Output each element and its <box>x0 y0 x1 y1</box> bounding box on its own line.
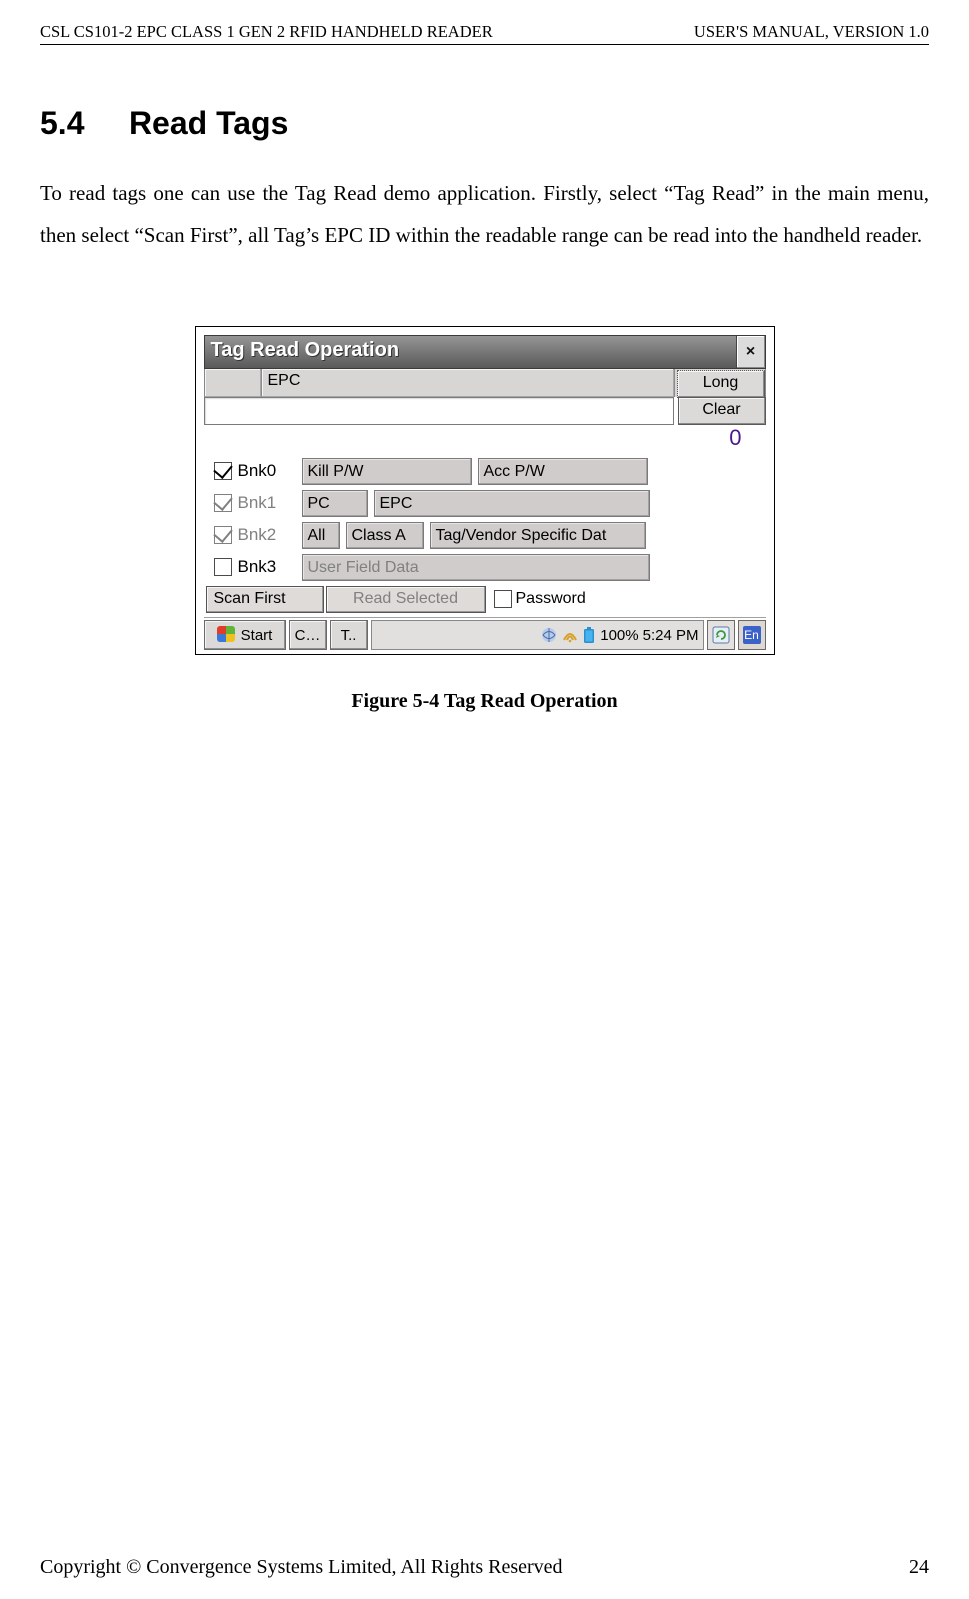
clock-text: 5:24 PM <box>643 627 699 644</box>
tag-input[interactable] <box>204 397 674 425</box>
bank2-checkbox <box>214 526 232 544</box>
figure-container: Tag Read Operation × EPC Long Clear 0 Bn… <box>40 326 929 655</box>
network-icon <box>540 626 558 644</box>
bank1-epc[interactable]: EPC <box>374 490 650 517</box>
section-heading: 5.4 Read Tags <box>40 105 929 142</box>
battery-icon <box>582 626 596 644</box>
bank0-label: Bnk0 <box>238 461 296 481</box>
screenshot-window: Tag Read Operation × EPC Long Clear 0 Bn… <box>195 326 775 655</box>
header-left: CSL CS101-2 EPC CLASS 1 GEN 2 RFID HANDH… <box>40 22 493 42</box>
bank3-label: Bnk3 <box>238 557 296 577</box>
scan-first-button[interactable]: Scan First <box>206 586 324 613</box>
taskbar: Start C… T.. 100% <box>204 617 766 650</box>
taskbar-app-2[interactable]: T.. <box>330 620 368 650</box>
bank0-checkbox[interactable] <box>214 462 232 480</box>
section-number: 5.4 <box>40 105 84 141</box>
count-value: 0 <box>729 425 741 451</box>
header-right: USER'S MANUAL, VERSION 1.0 <box>694 22 929 42</box>
bank2-class[interactable]: Class A <box>346 522 424 549</box>
figure-caption: Figure 5-4 Tag Read Operation <box>40 690 929 713</box>
bank1-label: Bnk1 <box>238 493 296 513</box>
bank3-row: Bnk3 User Field Data <box>204 551 766 583</box>
window-title: Tag Read Operation <box>205 336 736 368</box>
grid-header-index <box>205 369 262 397</box>
bank2-all[interactable]: All <box>302 522 340 549</box>
password-label: Password <box>516 590 586 608</box>
page-footer: Copyright © Convergence Systems Limited,… <box>40 1556 929 1579</box>
bank0-row: Bnk0 Kill P/W Acc P/W <box>204 455 766 487</box>
bank0-acc-pw[interactable]: Acc P/W <box>478 458 648 485</box>
close-button[interactable]: × <box>736 336 765 368</box>
close-icon: × <box>746 343 755 361</box>
start-button[interactable]: Start <box>204 620 286 650</box>
count-row: 0 <box>204 425 766 455</box>
desktop-icon <box>712 626 730 644</box>
desktop-button[interactable] <box>707 620 735 650</box>
bank2-row: Bnk2 All Class A Tag/Vendor Specific Dat <box>204 519 766 551</box>
action-button-row: Scan First Read Selected Password <box>204 583 766 615</box>
footer-copyright: Copyright © Convergence Systems Limited,… <box>40 1556 563 1579</box>
password-checkbox[interactable] <box>494 590 512 608</box>
system-tray: 100% 5:24 PM <box>371 620 704 650</box>
wifi-icon <box>562 626 578 644</box>
bank0-kill-pw[interactable]: Kill P/W <box>302 458 472 485</box>
grid-header-epc[interactable]: EPC <box>262 369 675 397</box>
read-selected-button: Read Selected <box>326 586 486 613</box>
bank1-checkbox <box>214 494 232 512</box>
password-option: Password <box>494 590 586 608</box>
start-label: Start <box>241 627 273 644</box>
bank3-user-data: User Field Data <box>302 554 650 581</box>
bank1-row: Bnk1 PC EPC <box>204 487 766 519</box>
clear-button[interactable]: Clear <box>678 397 766 425</box>
page-header: CSL CS101-2 EPC CLASS 1 GEN 2 RFID HANDH… <box>40 22 929 45</box>
body-paragraph: To read tags one can use the Tag Read de… <box>40 172 929 256</box>
ime-button[interactable]: En <box>738 620 766 650</box>
bank1-pc[interactable]: PC <box>302 490 368 517</box>
footer-page-number: 24 <box>909 1556 929 1579</box>
grid-header: EPC Long <box>204 369 766 397</box>
bank3-checkbox[interactable] <box>214 558 232 576</box>
window-titlebar: Tag Read Operation × <box>204 335 766 369</box>
taskbar-app-1[interactable]: C… <box>289 620 327 650</box>
bank2-label: Bnk2 <box>238 525 296 545</box>
tag-input-row: Clear <box>204 397 766 425</box>
windows-logo-icon <box>217 626 237 644</box>
battery-percent: 100% <box>600 627 638 644</box>
ime-label: En <box>743 626 761 644</box>
long-button[interactable]: Long <box>677 370 765 398</box>
section-title-text: Read Tags <box>129 105 288 141</box>
bank2-vendor[interactable]: Tag/Vendor Specific Dat <box>430 522 646 549</box>
